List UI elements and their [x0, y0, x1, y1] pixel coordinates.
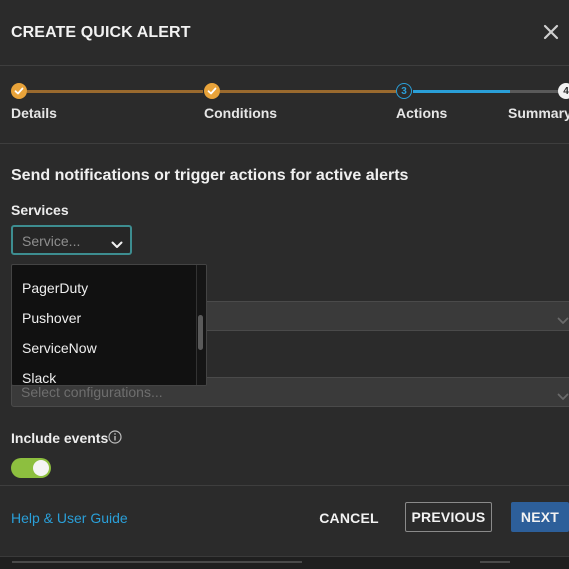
background-text-ghost [480, 561, 510, 563]
help-user-guide-link[interactable]: Help & User Guide [11, 510, 128, 526]
create-quick-alert-modal: CREATE QUICK ALERT Details Conditions 3 … [0, 0, 569, 556]
section-title: Send notifications or trigger actions fo… [11, 167, 409, 184]
include-events-toggle[interactable] [11, 458, 51, 478]
step-conditions-check-icon[interactable] [204, 83, 220, 99]
configurations-placeholder: Select configurations... [21, 384, 163, 400]
include-events-label: Include events [11, 430, 109, 446]
chevron-down-icon [557, 312, 569, 330]
step-connector [27, 90, 203, 93]
chevron-down-icon [111, 236, 123, 254]
services-label: Services [11, 202, 69, 218]
step-details-check-icon[interactable] [11, 83, 27, 99]
step-conditions-label[interactable]: Conditions [204, 105, 277, 121]
services-dropdown-list: PagerDuty Pushover ServiceNow Slack [11, 264, 207, 386]
services-placeholder: Service... [22, 233, 81, 249]
services-select[interactable]: Service... [11, 225, 132, 255]
dropdown-scrollbar-thumb[interactable] [198, 315, 203, 350]
toggle-knob [33, 460, 49, 476]
step-summary-label[interactable]: Summary [508, 105, 569, 121]
step-actions-number[interactable]: 3 [396, 83, 412, 99]
option-pushover[interactable]: Pushover [22, 310, 81, 326]
step-actions-label[interactable]: Actions [396, 105, 447, 121]
step-connector [220, 90, 396, 93]
chevron-down-icon [557, 388, 569, 406]
option-pagerduty[interactable]: PagerDuty [22, 280, 88, 296]
cancel-button[interactable]: CANCEL [314, 503, 384, 533]
step-connector [510, 90, 560, 93]
wizard-stepper: Details Conditions 3 Actions 4 Summary [0, 66, 569, 144]
modal-footer: Help & User Guide CANCEL PREVIOUS NEXT [0, 485, 569, 556]
next-button[interactable]: NEXT [511, 502, 569, 532]
close-icon[interactable] [541, 22, 561, 42]
step-summary-number[interactable]: 4 [558, 83, 569, 99]
option-servicenow[interactable]: ServiceNow [22, 340, 97, 356]
modal-title: CREATE QUICK ALERT [11, 24, 191, 41]
background-page-strip [0, 556, 569, 569]
option-slack[interactable]: Slack [22, 370, 56, 385]
background-text-ghost [12, 561, 302, 563]
step-details-label[interactable]: Details [11, 105, 57, 121]
modal-header: CREATE QUICK ALERT [0, 0, 569, 66]
list-item-partial [22, 264, 34, 265]
step-connector-progress [413, 90, 510, 93]
previous-button[interactable]: PREVIOUS [405, 502, 492, 532]
info-icon[interactable] [108, 430, 122, 444]
